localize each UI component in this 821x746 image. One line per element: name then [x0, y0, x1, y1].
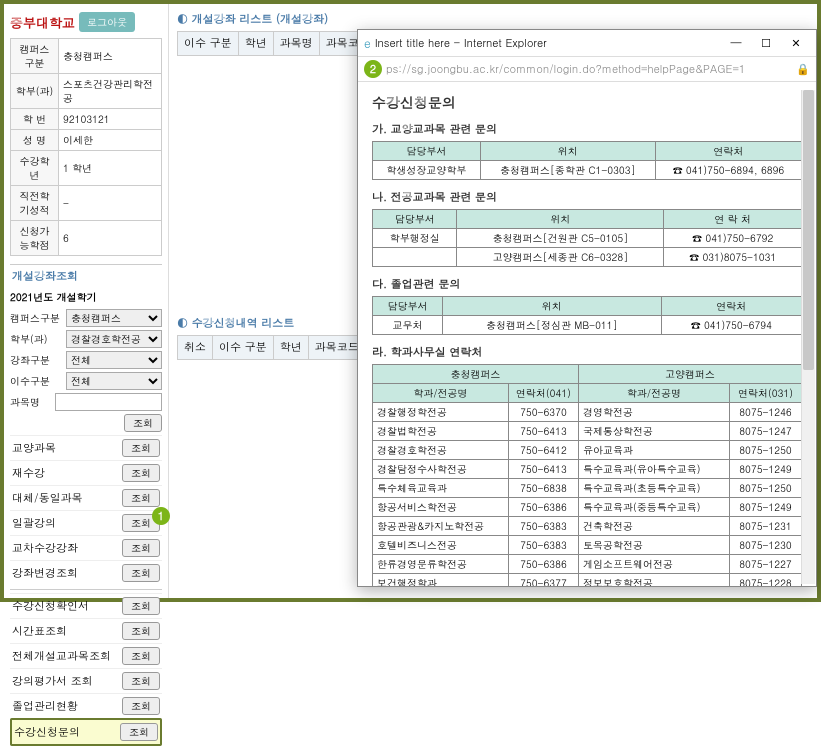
- close-button[interactable]: ✕: [782, 34, 810, 52]
- view-button[interactable]: 조회: [122, 697, 160, 715]
- type-select[interactable]: 전체: [66, 351, 162, 369]
- view-button[interactable]: 조회: [122, 622, 160, 640]
- menu-item[interactable]: 시간표조회조회: [10, 618, 162, 643]
- view-button[interactable]: 조회: [120, 723, 158, 741]
- section-d-title: 라. 학과사무실 연락처: [372, 345, 802, 360]
- ie-icon: e: [364, 35, 371, 52]
- subject-input[interactable]: [55, 393, 162, 411]
- menu-item[interactable]: 대체/동일과목조회: [10, 485, 162, 510]
- view-button[interactable]: 조회: [122, 597, 160, 615]
- section-b-title: 나. 전공교과목 관련 문의: [372, 190, 802, 205]
- popup-heading: 수강신청문의: [372, 92, 802, 112]
- menu-item[interactable]: 강의평가서 조회조회: [10, 668, 162, 693]
- dept-select[interactable]: 경찰경호학전공: [66, 330, 162, 348]
- search-section-title: 개설강좌조회: [10, 264, 162, 288]
- help-popup-window: e Insert title here - Internet Explorer …: [357, 29, 817, 587]
- minimize-button[interactable]: —: [722, 34, 750, 52]
- menu-item[interactable]: 재수강조회: [10, 460, 162, 485]
- menu-item[interactable]: 강좌변경조회조회: [10, 560, 162, 585]
- menu-item[interactable]: 일괄강의조회: [10, 510, 162, 535]
- view-button[interactable]: 조회: [122, 647, 160, 665]
- maximize-button[interactable]: ☐: [752, 34, 780, 52]
- menu-item[interactable]: 교차수강강좌조회: [10, 535, 162, 560]
- menu-item[interactable]: 교양과목조회: [10, 435, 162, 460]
- menu-item[interactable]: 졸업관리현황조회: [10, 693, 162, 718]
- term-label: 2021년도 개설학기: [10, 288, 162, 306]
- popup-title: Insert title here - Internet Explorer: [375, 36, 547, 51]
- view-button[interactable]: 조회: [122, 489, 160, 507]
- view-button[interactable]: 조회: [122, 672, 160, 690]
- step-1-badge: 1: [152, 507, 170, 525]
- lock-icon: 🔒: [796, 62, 810, 77]
- url-text: ps://sg.joongbu.ac.kr/common/login.do?me…: [386, 62, 745, 77]
- section-c-title: 다. 졸업관련 문의: [372, 277, 802, 292]
- view-button[interactable]: 조회: [122, 464, 160, 482]
- panel-title-courses: 개설강좌 리스트 (개설강좌): [177, 12, 809, 27]
- menu-item[interactable]: 수강신청확인서조회: [10, 593, 162, 618]
- app-logo: 중부대학교: [10, 13, 75, 32]
- view-button[interactable]: 조회: [122, 439, 160, 457]
- menu-item-inquiry[interactable]: 수강신청문의조회: [10, 718, 162, 746]
- menu-item[interactable]: 전체개설교과목조회조회: [10, 643, 162, 668]
- view-button[interactable]: 조회: [122, 564, 160, 582]
- logout-button[interactable]: 로그아웃: [79, 12, 135, 32]
- user-info-table: 캠퍼스구분충청캠퍼스 학부(과)스포츠건강관리학전공 학 번92103121 성…: [10, 38, 162, 256]
- step-2-badge: 2: [364, 60, 382, 78]
- view-button[interactable]: 조회: [122, 539, 160, 557]
- campus-select[interactable]: 충청캠퍼스: [66, 309, 162, 327]
- search-button[interactable]: 조회: [124, 414, 162, 432]
- section-a-title: 가. 교양교과목 관련 문의: [372, 122, 802, 137]
- popup-scrollbar[interactable]: [801, 90, 815, 584]
- isu-select[interactable]: 전체: [66, 372, 162, 390]
